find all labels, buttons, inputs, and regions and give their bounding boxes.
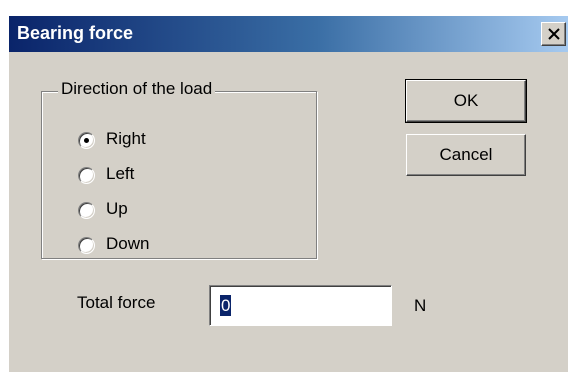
cancel-button[interactable]: Cancel [406,134,526,176]
radio-button-right[interactable] [78,132,95,149]
radio-option-down[interactable]: Down [78,234,278,260]
radio-label-down: Down [106,234,150,253]
force-unit-label: N [414,296,427,315]
total-force-value: 0 [220,295,232,316]
radio-option-right[interactable]: Right [78,129,278,155]
radio-selected-dot [84,138,89,143]
total-force-input[interactable]: 0 [209,285,392,326]
radio-label-up: Up [106,199,128,218]
direction-group-label: Direction of the load [58,79,216,99]
radio-button-up[interactable] [78,202,95,219]
total-force-label: Total force [77,293,156,312]
direction-groupbox: Direction of the load Right Left Up Down [41,79,317,260]
radio-option-up[interactable]: Up [78,199,278,225]
close-icon [548,28,560,40]
radio-option-left[interactable]: Left [78,164,278,190]
window-title: Bearing force [17,23,134,43]
title-bar[interactable]: Bearing force [9,16,568,52]
close-button[interactable] [541,22,566,46]
radio-label-right: Right [106,129,146,148]
bearing-force-dialog: Bearing force Direction of the load Righ… [9,16,568,372]
ok-button[interactable]: OK [405,79,527,123]
radio-label-left: Left [106,164,135,183]
radio-button-down[interactable] [78,237,95,254]
radio-button-left[interactable] [78,167,95,184]
